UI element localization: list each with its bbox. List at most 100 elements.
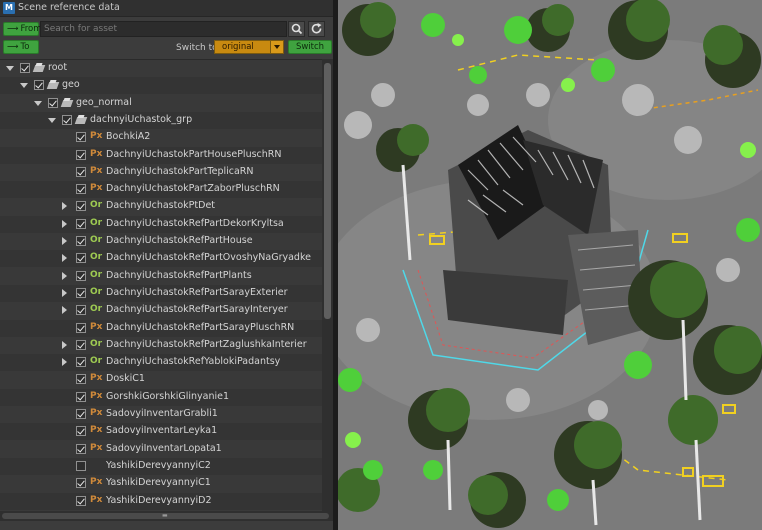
- tree-row-label: DachnyiUchastokPartTeplicaRN: [106, 165, 254, 177]
- switch-to-label: Switch to: [176, 43, 218, 53]
- visibility-checkbox[interactable]: [62, 114, 72, 125]
- asset-type-tag: Px: [90, 442, 103, 453]
- visibility-checkbox[interactable]: [76, 322, 86, 333]
- tree-row[interactable]: root: [0, 60, 322, 77]
- visibility-checkbox[interactable]: [76, 184, 86, 195]
- visibility-checkbox[interactable]: [76, 253, 86, 264]
- tree-row[interactable]: Px BochkiA2: [0, 129, 322, 146]
- expand-arrow-icon[interactable]: [62, 202, 67, 211]
- collapse-arrow-icon[interactable]: [48, 117, 56, 123]
- tree-row-label: DachnyiUchastokRefPartDekorKryltsa: [106, 217, 284, 229]
- expand-arrow-icon[interactable]: [62, 237, 67, 245]
- expand-arrow-icon[interactable]: [62, 340, 67, 349]
- from-label: From: [20, 24, 42, 34]
- visibility-checkbox[interactable]: [76, 460, 86, 471]
- visibility-checkbox[interactable]: [76, 409, 86, 419]
- visibility-checkbox[interactable]: [76, 149, 86, 160]
- group-icon: [33, 62, 45, 74]
- tree-row[interactable]: dachnyiUchastok_grp: [0, 111, 322, 129]
- visibility-checkbox[interactable]: [76, 391, 86, 402]
- collapse-arrow-icon[interactable]: [6, 66, 14, 71]
- visibility-checkbox[interactable]: [76, 305, 86, 316]
- search-button[interactable]: [288, 21, 305, 37]
- 3d-viewport[interactable]: [338, 0, 762, 530]
- collapse-arrow-icon[interactable]: [20, 83, 28, 89]
- group-icon: [75, 114, 87, 126]
- chevron-down-icon: [270, 41, 283, 53]
- tree-row[interactable]: Or DachnyiUchastokRefYablokiPadantsy: [0, 354, 322, 372]
- tree-row[interactable]: Px DachnyiUchastokPartHousePluschRN: [0, 146, 322, 164]
- grip-icon: ▬: [162, 512, 168, 519]
- visibility-checkbox[interactable]: [76, 218, 86, 229]
- visibility-checkbox[interactable]: [76, 443, 86, 454]
- tree-row-label: DachnyiUchastokPtDet: [106, 200, 216, 212]
- visibility-checkbox[interactable]: [76, 478, 86, 489]
- tree-row-label: DachnyiUchastokRefPartZaglushkaInterier: [106, 338, 307, 350]
- tree-row-label: YashikiDerevyannyiD2: [106, 494, 212, 506]
- tree-row[interactable]: Or DachnyiUchastokRefPartZaglushkaInterie…: [0, 337, 322, 354]
- tree-row[interactable]: Px DachnyiUchastokPartZaborPluschRN: [0, 181, 322, 199]
- tree-row[interactable]: geo_normal: [0, 95, 322, 112]
- visibility-checkbox[interactable]: [76, 495, 86, 506]
- refresh-button[interactable]: [308, 21, 325, 37]
- visibility-checkbox[interactable]: [76, 357, 86, 368]
- tree-row[interactable]: Or DachnyiUchastokRefPartSarayExterier: [0, 284, 322, 302]
- visibility-checkbox[interactable]: [76, 270, 86, 281]
- expand-arrow-icon[interactable]: [62, 358, 67, 367]
- visibility-checkbox[interactable]: [34, 80, 44, 91]
- search-input[interactable]: Search for asset: [40, 21, 287, 37]
- visibility-checkbox[interactable]: [76, 426, 86, 437]
- tree-row-label: DachnyiUchastokRefPartSarayInteryer: [106, 304, 288, 316]
- tree-horizontal-scrollbar[interactable]: ▬: [0, 511, 333, 521]
- asset-type-tag: Px: [90, 477, 103, 488]
- tree-row[interactable]: Or DachnyiUchastokRefPartDekorKryltsa: [0, 215, 322, 233]
- panel-title: Scene reference data: [18, 2, 120, 13]
- tree-vertical-scrollbar[interactable]: [322, 59, 333, 511]
- switch-button[interactable]: Switch: [288, 40, 332, 54]
- visibility-checkbox[interactable]: [48, 97, 58, 108]
- switch-target-select[interactable]: original: [214, 40, 284, 54]
- asset-type-tag: Px: [90, 408, 103, 418]
- tree-row[interactable]: Px SadovyiInventarLeyka1: [0, 423, 322, 441]
- visibility-checkbox[interactable]: [20, 63, 30, 73]
- visibility-checkbox[interactable]: [76, 374, 86, 385]
- tree-row-label: DachnyiUchastokRefPartSarayPluschRN: [106, 321, 295, 333]
- asset-type-tag: Px: [90, 321, 103, 332]
- tree-row[interactable]: Px DachnyiUchastokRefPartSarayPluschRN: [0, 319, 322, 337]
- tree-row-label: SadovyiInventarLopata1: [106, 442, 222, 454]
- expand-arrow-icon[interactable]: [62, 254, 67, 263]
- tree-row[interactable]: Px YashikiDerevyannyiD2: [0, 492, 322, 510]
- visibility-checkbox[interactable]: [76, 166, 86, 177]
- tree-row[interactable]: Or DachnyiUchastokRefPartSarayInteryer: [0, 302, 322, 319]
- expand-arrow-icon[interactable]: [62, 271, 67, 280]
- tree-row[interactable]: Px DoskiC1: [0, 371, 322, 388]
- tree-row[interactable]: Or DachnyiUchastokPtDet: [0, 198, 322, 215]
- tree-row[interactable]: Px DachnyiUchastokPartTeplicaRN: [0, 164, 322, 181]
- tree-row[interactable]: Or DachnyiUchastokRefPartHouse: [0, 233, 322, 250]
- visibility-checkbox[interactable]: [76, 236, 86, 246]
- scrollbar-thumb[interactable]: [324, 63, 331, 319]
- tree-row[interactable]: Px YashikiDerevyannyiC1: [0, 475, 322, 492]
- visibility-checkbox[interactable]: [76, 339, 86, 350]
- expand-arrow-icon[interactable]: [62, 306, 67, 315]
- asset-type-tag: Px: [90, 183, 103, 194]
- asset-type-tag: Px: [90, 131, 103, 142]
- tree-row[interactable]: Px GorshkiGorshkiGlinyanie1: [0, 388, 322, 406]
- expand-arrow-icon[interactable]: [62, 219, 67, 228]
- expand-arrow-icon[interactable]: [62, 288, 67, 297]
- asset-type-tag: Or: [90, 269, 103, 280]
- to-button[interactable]: ⟶ To: [3, 40, 39, 54]
- tree-row[interactable]: Px SadovyiInventarGrabli1: [0, 406, 322, 423]
- asset-type-tag: Or: [90, 235, 103, 245]
- tree-row[interactable]: Px SadovyiInventarLopata1: [0, 441, 322, 458]
- arrow-right-icon: ⟶: [7, 42, 19, 51]
- tree-row[interactable]: geo: [0, 77, 322, 95]
- visibility-checkbox[interactable]: [76, 287, 86, 298]
- tree-row[interactable]: Or DachnyiUchastokRefPartOvoshyNaGryadke: [0, 250, 322, 268]
- tree-row[interactable]: Or DachnyiUchastokRefPartPlants: [0, 268, 322, 285]
- collapse-arrow-icon[interactable]: [34, 100, 42, 106]
- visibility-checkbox[interactable]: [76, 132, 86, 143]
- from-button[interactable]: ⟶ From: [3, 22, 42, 36]
- tree-row[interactable]: YashikiDerevyannyiC2: [0, 457, 322, 475]
- visibility-checkbox[interactable]: [76, 201, 86, 212]
